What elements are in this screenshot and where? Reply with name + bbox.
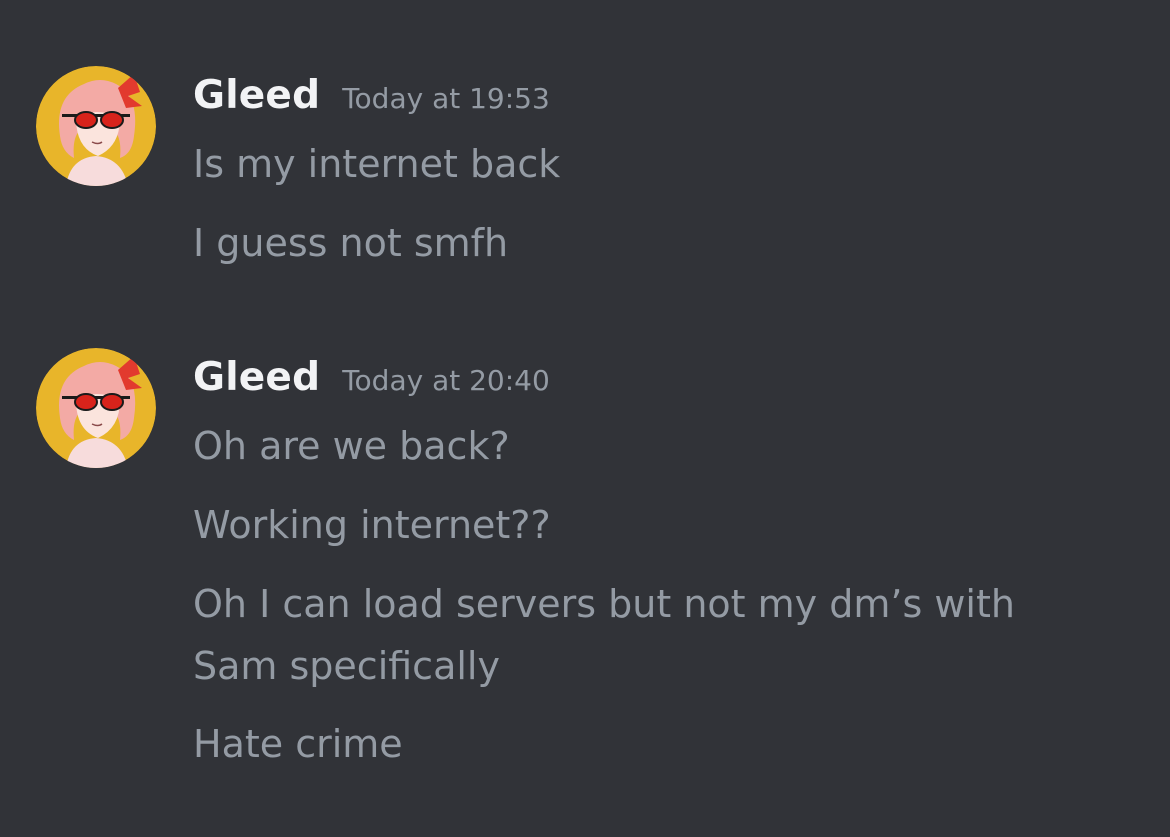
username[interactable]: Gleed (193, 68, 320, 124)
anime-girl-sunglasses-icon (36, 66, 156, 186)
anime-girl-sunglasses-icon (36, 348, 156, 468)
avatar[interactable] (36, 66, 156, 186)
message-text[interactable]: Working internet?? (193, 494, 1093, 556)
message-text[interactable]: Hate crime (193, 713, 1093, 775)
avatar[interactable] (36, 348, 156, 468)
message-text[interactable]: Oh are we back? (193, 415, 1093, 477)
message-text[interactable]: I guess not smfh (193, 212, 1093, 274)
timestamp[interactable]: Today at 19:53 (342, 71, 550, 127)
message-text[interactable]: Oh I can load servers but not my dm’s wi… (193, 573, 1093, 635)
timestamp[interactable]: Today at 20:40 (342, 353, 550, 409)
message-header: Gleed Today at 20:40 (193, 350, 550, 410)
message-text[interactable]: Is my internet back (193, 133, 1093, 195)
message-header: Gleed Today at 19:53 (193, 68, 550, 128)
chat-messages: Gleed Today at 19:53 Is my internet back … (0, 0, 1170, 837)
message-text[interactable]: Sam specifically (193, 635, 1093, 697)
username[interactable]: Gleed (193, 350, 320, 406)
